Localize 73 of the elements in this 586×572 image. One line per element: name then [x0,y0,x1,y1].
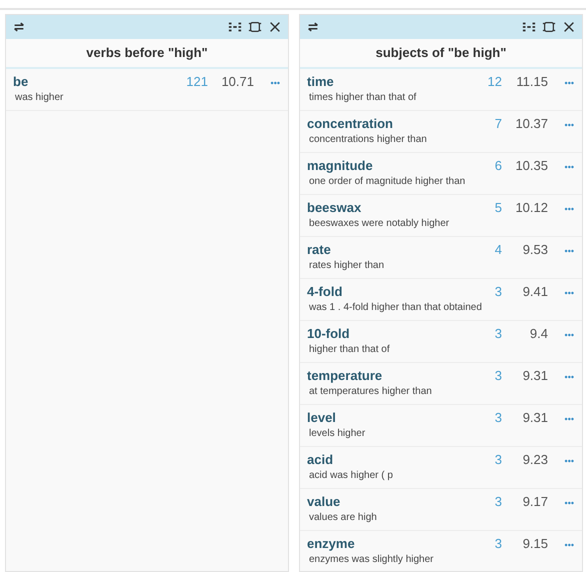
word-link[interactable]: beeswax [307,200,472,215]
word-link[interactable]: temperature [307,368,472,383]
example-text: was 1 . 4-fold higher than that obtained [308,302,483,313]
dots-icon[interactable] [522,20,536,34]
frequency: 3 [494,494,502,509]
result-row[interactable]: 10-fold 3 9.4 ••• higher than that of [300,321,582,363]
frequency: 121 [185,74,208,89]
result-row[interactable]: be 121 10.71 ••• was higher [6,69,288,111]
score: 9.31 [522,368,548,383]
example-text: levels higher [308,428,366,439]
word-link[interactable]: 4-fold [307,284,472,299]
score: 9.15 [522,536,548,551]
result-row[interactable]: level 3 9.31 ••• levels higher [300,405,582,447]
example-text: acid was higher ( p [308,470,394,481]
result-row[interactable]: concentration 7 10.37 ••• concentrations higher than [300,111,582,153]
result-row[interactable]: 4-fold 3 9.41 ••• was 1 . 4-fold higher than that obtained [300,279,582,321]
example-text: at temperatures higher than [308,386,433,397]
swap-icon[interactable] [12,20,26,34]
result-row[interactable]: temperature 3 9.31 ••• at temperatures higher than [300,363,582,405]
score: 10.35 [514,158,548,173]
example-text: beeswaxes were notably higher [308,218,450,229]
frame-icon[interactable] [248,20,262,34]
dots-icon[interactable] [228,20,242,34]
result-row[interactable]: beeswax 5 10.12 ••• beeswaxes were notably higher [300,195,582,237]
score: 9.23 [522,452,548,467]
swap-icon[interactable] [306,20,320,34]
example-text: concentrations higher than [308,134,428,145]
score: 9.53 [522,242,548,257]
frequency: 3 [494,536,502,551]
word-link[interactable]: rate [307,242,472,257]
word-link[interactable]: magnitude [307,158,472,173]
score: 11.15 [515,74,548,89]
frequency: 6 [494,158,502,173]
frequency: 5 [494,200,502,215]
example-text: times higher than that of [308,92,418,103]
frame-icon[interactable] [542,20,556,34]
word-link[interactable]: value [307,494,472,509]
frequency: 3 [494,452,502,467]
example-text: values are high [308,512,378,523]
score: 9.31 [522,410,548,425]
frequency: 3 [494,284,502,299]
word-link[interactable]: level [307,410,472,425]
close-icon[interactable] [268,20,282,34]
word-link[interactable]: time [307,74,472,89]
score: 10.37 [514,116,548,131]
result-row[interactable]: value 3 9.17 ••• values are high [300,489,582,531]
frequency: 3 [494,326,502,341]
result-row[interactable]: magnitude 6 10.35 ••• one order of magnitude higher than [300,153,582,195]
close-icon[interactable] [562,20,576,34]
result-row[interactable]: rate 4 9.53 ••• rates higher than [300,237,582,279]
example-text: rates higher than [308,260,386,271]
score: 9.17 [522,494,548,509]
word-link[interactable]: 10-fold [307,326,472,341]
frequency: 3 [494,368,502,383]
score: 9.41 [522,284,548,299]
frequency: 4 [494,242,502,257]
result-row[interactable]: enzyme 3 9.15 ••• enzymes was slightly higher [300,531,582,571]
score: 10.12 [514,200,548,215]
word-link[interactable]: acid [307,452,472,467]
result-row[interactable]: acid 3 9.23 ••• acid was higher ( p [300,447,582,489]
example-text: higher than that of [308,344,391,355]
example-text: one order of magnitude higher than [308,176,466,187]
word-link[interactable]: concentration [307,116,472,131]
result-row[interactable]: time 12 11.15 ••• times higher than that of [300,69,582,111]
frequency: 3 [494,410,502,425]
example-text: was higher [14,92,64,103]
example-text: enzymes was slightly higher [308,554,434,565]
word-link[interactable]: be [13,74,178,89]
word-link[interactable]: enzyme [307,536,472,551]
frequency: 7 [494,116,502,131]
score: 9.4 [528,326,548,341]
score: 10.71 [220,74,254,89]
frequency: 12 [486,74,502,89]
